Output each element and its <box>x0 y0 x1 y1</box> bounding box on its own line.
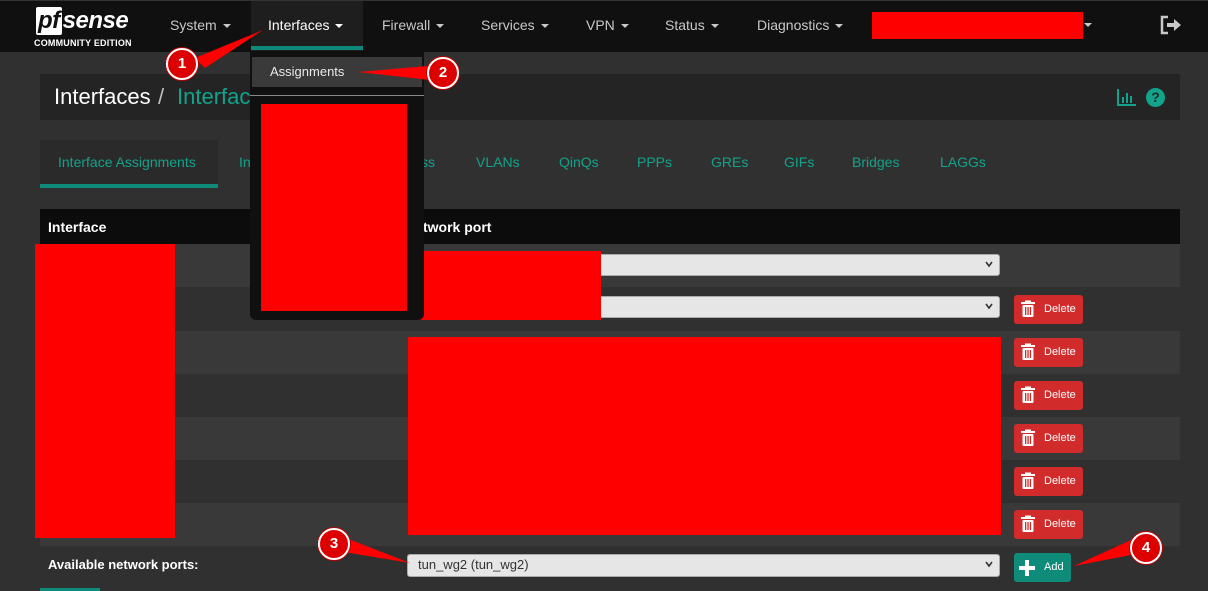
annotation-marker-3: 3 <box>318 528 350 560</box>
annotation-marker-1: 1 <box>166 48 198 80</box>
annotation-marker-2: 2 <box>427 57 459 89</box>
annotation-arrows <box>195 30 1136 566</box>
annotation-marker-4: 4 <box>1130 532 1162 564</box>
